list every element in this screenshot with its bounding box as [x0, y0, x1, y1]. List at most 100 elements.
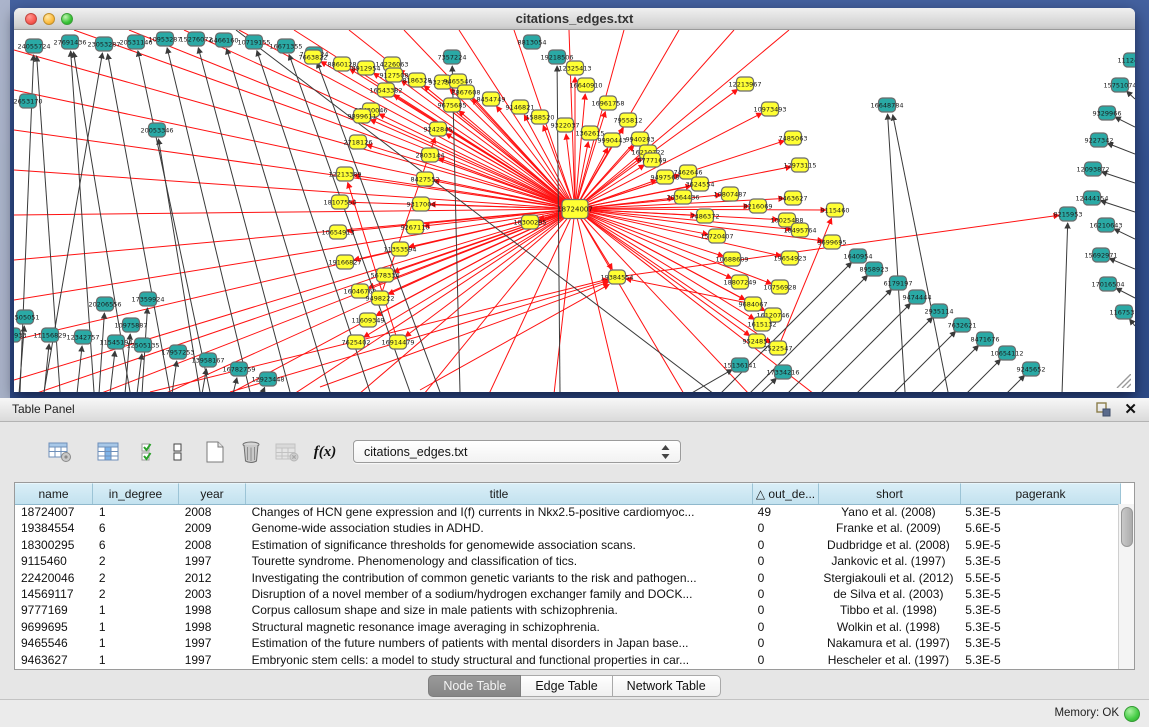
graph-node[interactable]: 10654112: [990, 346, 1023, 360]
graph-node[interactable]: 9267110: [401, 220, 430, 234]
graph-node[interactable]: 8958923: [860, 262, 889, 276]
graph-node[interactable]: 18107554: [323, 195, 356, 209]
graph-node[interactable]: 23053287: [87, 37, 120, 51]
tab-node-table[interactable]: Node Table: [428, 675, 521, 697]
table-select-dropdown[interactable]: citations_edges.txt: [353, 440, 681, 463]
column-header-short[interactable]: short: [819, 483, 961, 504]
select-columns-check-icon[interactable]: [136, 438, 166, 466]
table-row[interactable]: 1938455462009Genome-wide association stu…: [15, 520, 1119, 536]
network-canvas[interactable]: 2405572427691436230532872053114610953287…: [14, 30, 1135, 392]
graph-node[interactable]: 12444154: [1075, 191, 1108, 205]
graph-node[interactable]: 9227342: [1085, 133, 1114, 147]
create-table-icon[interactable]: [200, 438, 230, 466]
graph-node[interactable]: 3391933: [14, 328, 26, 342]
graph-node[interactable]: 1112488: [1118, 53, 1135, 67]
graph-node[interactable]: 20053346: [140, 123, 173, 137]
graph-node[interactable]: 12213967: [728, 77, 761, 91]
table-row[interactable]: 1456911722003Disruption of a novel membe…: [15, 586, 1119, 602]
graph-node[interactable]: 9115460: [821, 203, 850, 217]
column-header-outde[interactable]: △ out_de...: [753, 483, 819, 504]
row-options-icon[interactable]: [163, 438, 193, 466]
column-header-pagerank[interactable]: pagerank: [961, 483, 1121, 504]
graph-node[interactable]: 9146821: [506, 100, 535, 114]
graph-hub-node[interactable]: 18724007: [557, 200, 593, 219]
graph-node[interactable]: 6466160: [210, 33, 239, 47]
graph-node[interactable]: 8427552: [411, 172, 440, 186]
table-row[interactable]: 977716911998Corpus callosum shape and si…: [15, 602, 1119, 618]
column-header-title[interactable]: title: [246, 483, 753, 504]
graph-node[interactable]: 16543382: [369, 83, 402, 97]
table-settings-icon[interactable]: [45, 438, 75, 466]
graph-node[interactable]: 27691436: [53, 35, 86, 49]
window-titlebar[interactable]: citations_edges.txt: [14, 8, 1135, 30]
graph-node[interactable]: 19654923: [773, 251, 806, 265]
graph-node[interactable]: 16671355: [269, 39, 302, 53]
graph-node[interactable]: 7485063: [779, 131, 808, 145]
graph-node[interactable]: 16640910: [569, 78, 602, 92]
column-header-year[interactable]: year: [179, 483, 246, 504]
graph-node[interactable]: 8471676: [971, 332, 1000, 346]
graph-node[interactable]: 15751074: [1103, 78, 1135, 92]
column-header-indegree[interactable]: in_degree: [93, 483, 179, 504]
network-view-window[interactable]: citations_edges.txt 24055724276914362305…: [14, 8, 1135, 392]
table-row[interactable]: 969969511998Structural magnetic resonanc…: [15, 619, 1119, 635]
graph-node[interactable]: 16914479: [381, 335, 414, 349]
tab-network-table[interactable]: Network Table: [613, 675, 721, 697]
graph-node[interactable]: 2718126: [344, 135, 373, 149]
graph-node[interactable]: 17359924: [131, 292, 164, 306]
graph-node[interactable]: 6179197: [884, 276, 913, 290]
graph-node[interactable]: 16648784: [870, 98, 903, 112]
table-row[interactable]: 2242004622012Investigating the contribut…: [15, 570, 1119, 586]
delete-attributes-trash-icon[interactable]: [236, 438, 266, 466]
graph-node[interactable]: 11609349: [351, 313, 384, 327]
graph-node[interactable]: 9940283: [626, 132, 655, 146]
graph-node[interactable]: 20364436: [666, 190, 699, 204]
graph-node[interactable]: 2653170: [14, 94, 42, 108]
table-row[interactable]: 911546021997Tourette syndrome. Phenomeno…: [15, 553, 1119, 569]
graph-node[interactable]: 16961758: [591, 96, 624, 110]
graph-node[interactable]: 8505051: [14, 310, 39, 324]
graph-node[interactable]: 19166827: [328, 255, 361, 269]
scrollbar-thumb[interactable]: [1121, 507, 1133, 547]
graph-node[interactable]: 10654913: [321, 225, 354, 239]
close-icon[interactable]: ✕: [1124, 400, 1137, 418]
graph-node[interactable]: 15276072: [179, 32, 212, 46]
graph-node[interactable]: 12973115: [783, 158, 816, 172]
graph-node[interactable]: 12342757: [66, 330, 99, 344]
graph-node[interactable]: 16782759: [222, 362, 255, 376]
graph-node[interactable]: 1640954: [844, 249, 873, 263]
window-resize-grip[interactable]: [1113, 374, 1131, 388]
graph-node[interactable]: 16210643: [1089, 218, 1122, 232]
table-row[interactable]: 946362711997Embryonic stem cells: a mode…: [15, 652, 1119, 668]
graph-node[interactable]: 12093872: [1076, 162, 1109, 176]
graph-node[interactable]: 15136141: [723, 358, 756, 372]
float-window-icon[interactable]: [1096, 402, 1111, 417]
graph-node[interactable]: 9699695: [818, 235, 847, 249]
graph-node[interactable]: 8216069: [744, 199, 773, 213]
table-row[interactable]: 1830029562008Estimation of significance …: [15, 537, 1119, 553]
graph-node[interactable]: 10719155: [237, 35, 270, 49]
graph-node[interactable]: 1167537: [1110, 305, 1135, 319]
graph-node[interactable]: 13958167: [191, 353, 224, 367]
graph-node[interactable]: 7632621: [948, 318, 977, 332]
graph-node[interactable]: 15720407: [700, 229, 733, 243]
graph-node[interactable]: 24055724: [17, 39, 50, 53]
delete-table-disabled-icon[interactable]: [272, 438, 302, 466]
graph-node[interactable]: 10953287: [148, 32, 181, 46]
column-header-name[interactable]: name: [15, 483, 93, 504]
graph-node[interactable]: 8215953: [1054, 207, 1083, 221]
table-row[interactable]: 946554611997Estimation of the future num…: [15, 635, 1119, 651]
graph-node[interactable]: 10807487: [713, 187, 746, 201]
graph-node[interactable]: 7955812: [614, 113, 643, 127]
table-row[interactable]: 1872400712008Changes of HCN gene express…: [15, 504, 1119, 520]
graph-node[interactable]: 7357224: [438, 50, 467, 64]
graph-node[interactable]: 8813054: [518, 35, 547, 49]
show-columns-icon[interactable]: [93, 438, 123, 466]
table-vertical-scrollbar[interactable]: [1118, 504, 1134, 669]
function-builder-icon[interactable]: f(x): [310, 438, 340, 466]
graph-node[interactable]: 9474444: [903, 290, 932, 304]
tab-edge-table[interactable]: Edge Table: [521, 675, 612, 697]
graph-node[interactable]: 17957253: [161, 345, 194, 359]
graph-node[interactable]: 7486372: [691, 209, 720, 223]
graph-node[interactable]: 10973493: [753, 102, 786, 116]
